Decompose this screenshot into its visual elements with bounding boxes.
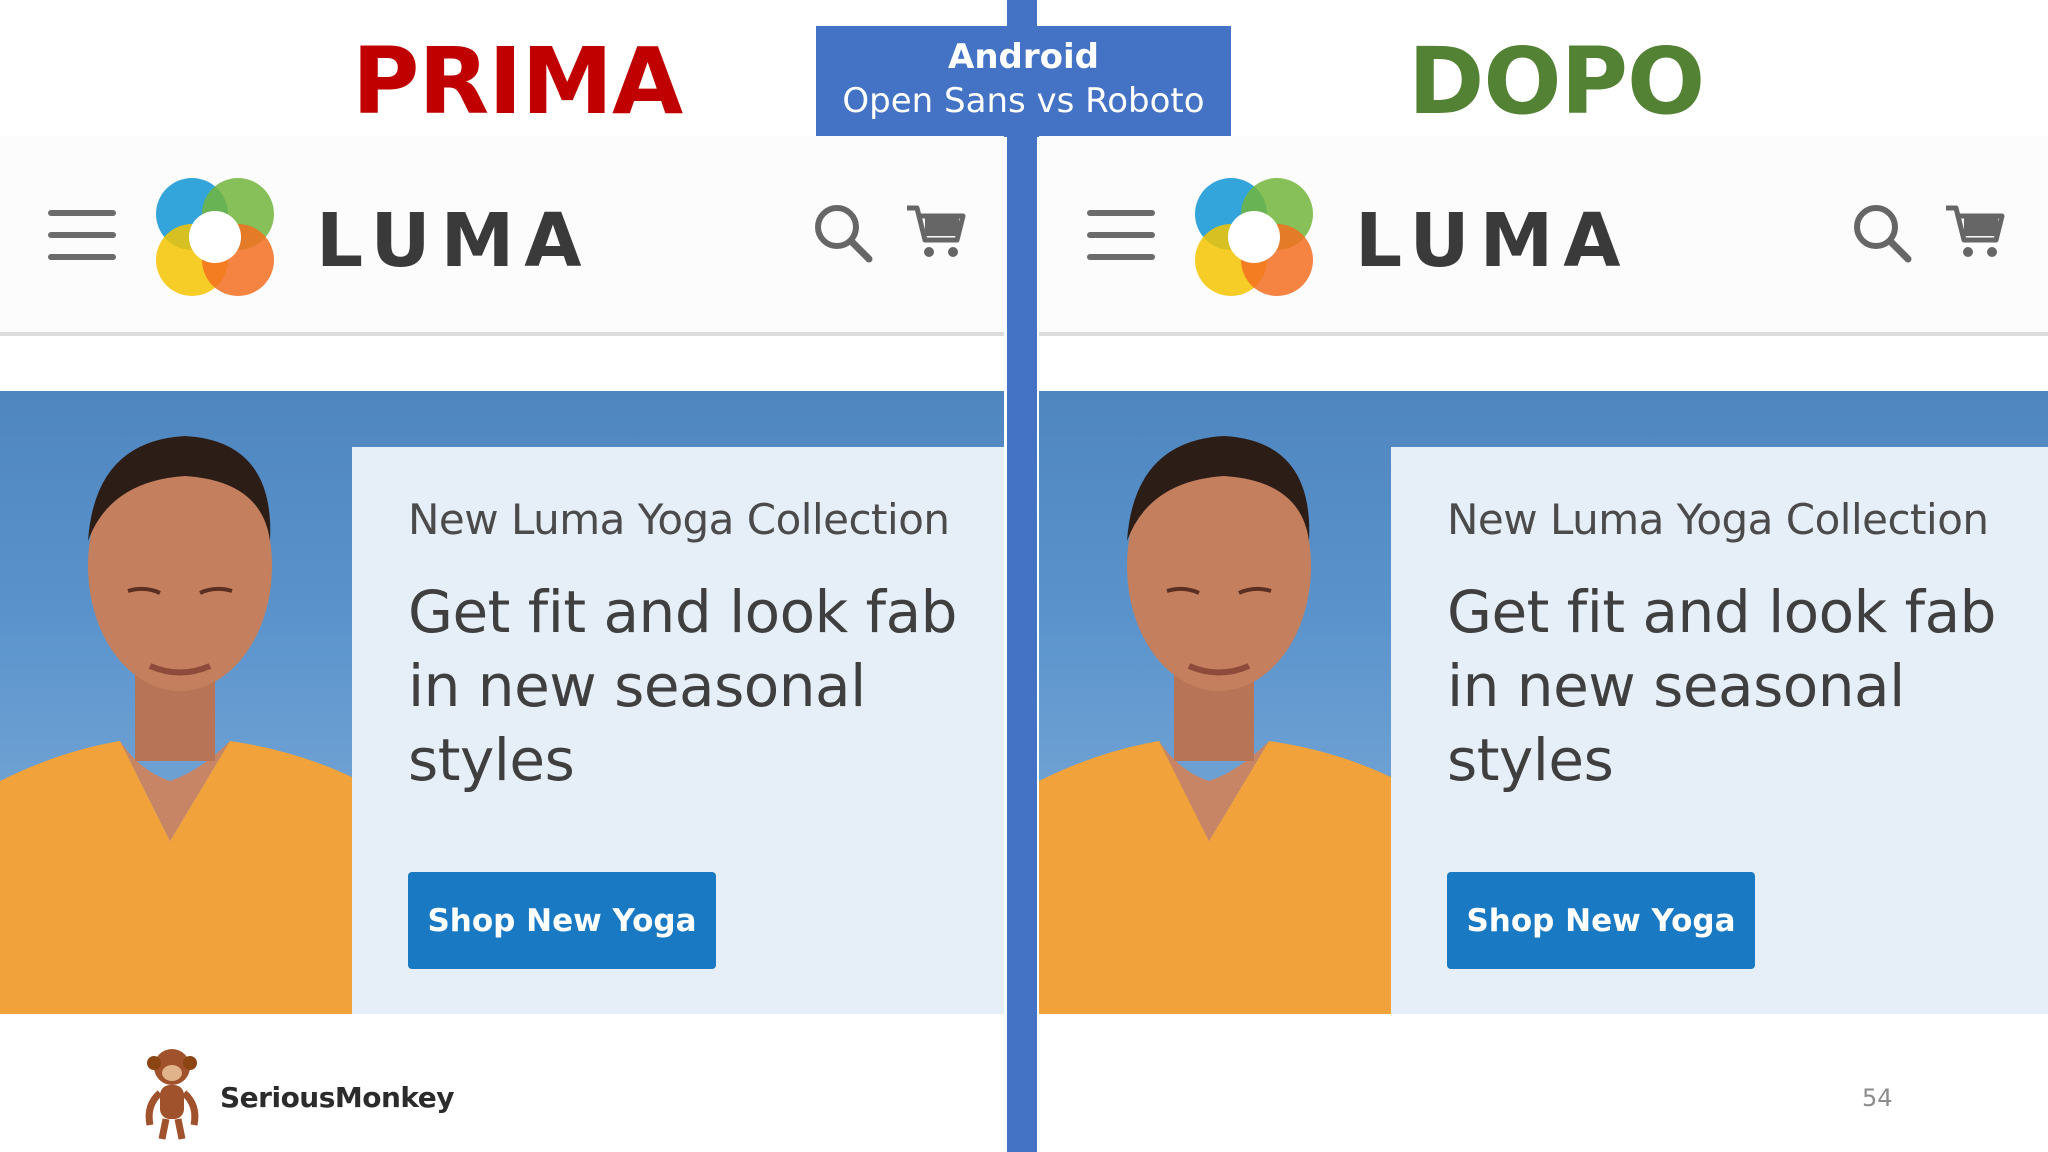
page-number: 54 bbox=[1862, 1084, 1893, 1112]
promo-kicker: New Luma Yoga Collection bbox=[408, 495, 950, 544]
monkey-logo bbox=[145, 1049, 199, 1140]
hero-banner: New Luma Yoga Collection Get fit and loo… bbox=[0, 391, 1004, 1026]
shop-new-yoga-button[interactable]: Shop New Yoga bbox=[408, 872, 716, 969]
promo-headline: Get fit and look fab in new seasonal sty… bbox=[408, 578, 957, 794]
menu-icon[interactable] bbox=[1087, 210, 1155, 260]
shop-new-yoga-button[interactable]: Shop New Yoga bbox=[1447, 872, 1755, 969]
yoga-model-image bbox=[0, 436, 360, 1014]
hero-bottom-edge bbox=[0, 1014, 1004, 1026]
center-divider bbox=[1007, 0, 1037, 1152]
title-before: PRIMA bbox=[352, 28, 683, 135]
caption-fonts: Open Sans vs Roboto bbox=[842, 81, 1205, 121]
hero-bottom-edge bbox=[1039, 1014, 2048, 1026]
site-header: LUMA bbox=[1039, 136, 2048, 336]
yoga-model-image bbox=[1039, 436, 1399, 1014]
promo-card: New Luma Yoga Collection Get fit and loo… bbox=[352, 447, 1004, 1014]
search-icon[interactable] bbox=[1851, 202, 1913, 264]
menu-icon[interactable] bbox=[48, 210, 116, 260]
screenshot-before: LUMA New Luma Yoga Collection Get fit an… bbox=[0, 136, 1004, 1026]
title-after: DOPO bbox=[1408, 28, 1705, 135]
screenshot-after: LUMA New Luma Yoga Collection Get fit an… bbox=[1039, 136, 2048, 1026]
brand-wordmark: LUMA bbox=[316, 198, 592, 284]
luma-logo[interactable] bbox=[152, 174, 278, 300]
cart-icon[interactable] bbox=[905, 202, 967, 262]
caption-platform: Android bbox=[948, 37, 1099, 77]
comparison-caption: Android Open Sans vs Roboto bbox=[816, 26, 1231, 137]
footer-brand: SeriousMonkey bbox=[220, 1081, 455, 1114]
luma-logo[interactable] bbox=[1191, 174, 1317, 300]
site-header: LUMA bbox=[0, 136, 1004, 336]
promo-kicker: New Luma Yoga Collection bbox=[1447, 495, 1989, 544]
promo-card: New Luma Yoga Collection Get fit and loo… bbox=[1391, 447, 2048, 1014]
promo-headline: Get fit and look fab in new seasonal sty… bbox=[1447, 578, 1996, 794]
brand-wordmark: LUMA bbox=[1355, 198, 1631, 284]
search-icon[interactable] bbox=[812, 202, 874, 264]
cart-icon[interactable] bbox=[1944, 202, 2006, 262]
hero-banner: New Luma Yoga Collection Get fit and loo… bbox=[1039, 391, 2048, 1026]
